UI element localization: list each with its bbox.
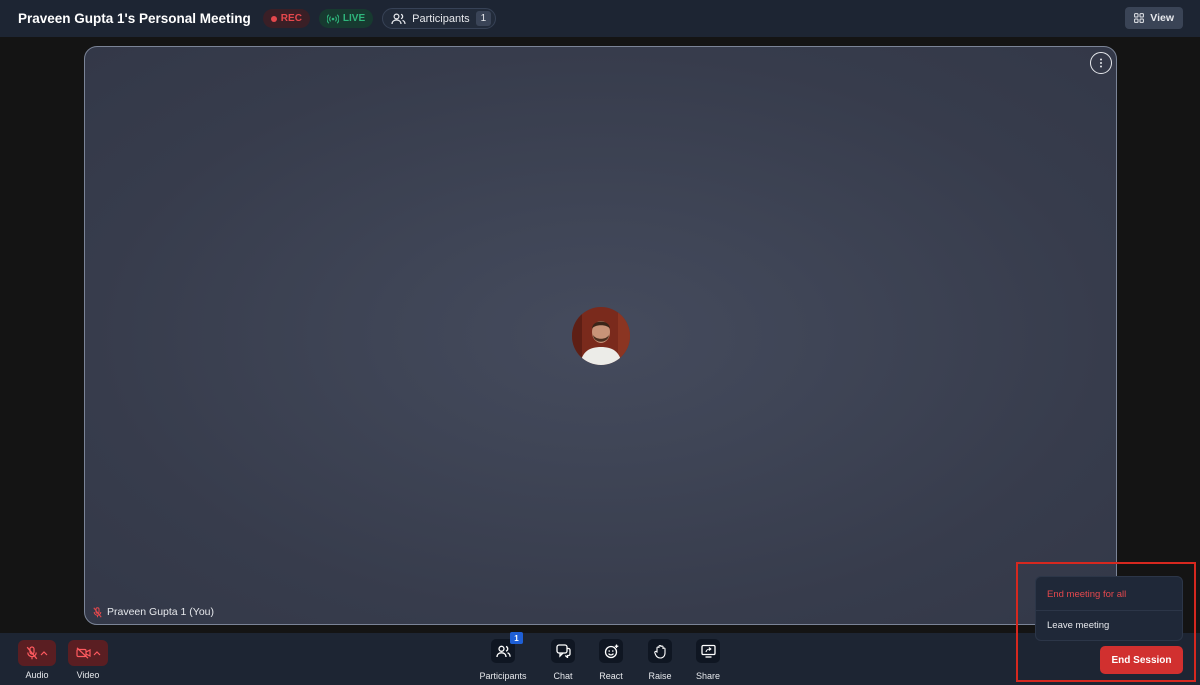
react-button[interactable] [599,639,623,663]
chat-label: Chat [553,671,573,681]
broadcast-icon [326,13,339,24]
participants-pill[interactable]: Participants 1 [382,8,497,29]
participants-control-label: Participants [479,671,527,681]
participant-name-tag: Praveen Gupta 1 (You) [93,606,214,618]
record-dot-icon [270,15,277,22]
more-options-button[interactable] [1090,52,1112,74]
grid-icon [1134,13,1145,23]
raise-label: Raise [648,671,672,681]
share-label: Share [695,671,721,681]
users-icon [391,12,406,24]
view-button[interactable]: View [1125,7,1183,29]
annotation-highlight-box [1016,562,1196,682]
share-button[interactable] [696,639,720,663]
screen-share-icon [700,644,716,658]
raise-hand-control[interactable]: Raise [645,639,675,681]
audio-label: Audio [25,670,49,680]
mic-muted-icon [93,606,102,618]
participants-notification-badge: 1 [510,632,523,644]
chevron-up-icon[interactable] [40,650,48,656]
raise-hand-button[interactable] [648,639,672,663]
meeting-title: Praveen Gupta 1's Personal Meeting [18,11,251,26]
smiley-icon [604,644,618,658]
audio-button[interactable] [18,640,56,666]
participants-control-button[interactable]: 1 [491,632,523,663]
chevron-up-icon[interactable] [93,650,101,656]
chat-control[interactable]: Chat [548,639,578,681]
video-label: Video [76,670,100,680]
share-control[interactable]: Share [693,639,723,681]
participants-control[interactable]: 1 Participants [478,632,528,681]
chat-button[interactable] [551,639,575,663]
participants-pill-label: Participants [412,12,470,25]
mic-muted-icon [26,646,38,660]
recording-label: REC [280,13,302,24]
react-label: React [599,671,623,681]
participant-name: Praveen Gupta 1 (You) [107,606,215,618]
react-control[interactable]: React [596,639,626,681]
video-button[interactable] [68,640,108,666]
hand-icon [653,644,666,659]
view-label: View [1150,12,1174,24]
recording-badge: REC [262,9,310,28]
users-icon [495,645,511,657]
more-vertical-icon [1100,58,1102,68]
video-stage: Praveen Gupta 1 (You) [84,46,1117,625]
chat-icon [555,644,571,658]
participant-avatar [572,307,630,365]
participants-count: 1 [475,11,492,26]
video-off-icon [75,647,91,659]
live-badge: LIVE [318,9,374,28]
live-label: LIVE [342,13,366,24]
top-bar: Praveen Gupta 1's Personal Meeting REC L… [0,0,1200,37]
